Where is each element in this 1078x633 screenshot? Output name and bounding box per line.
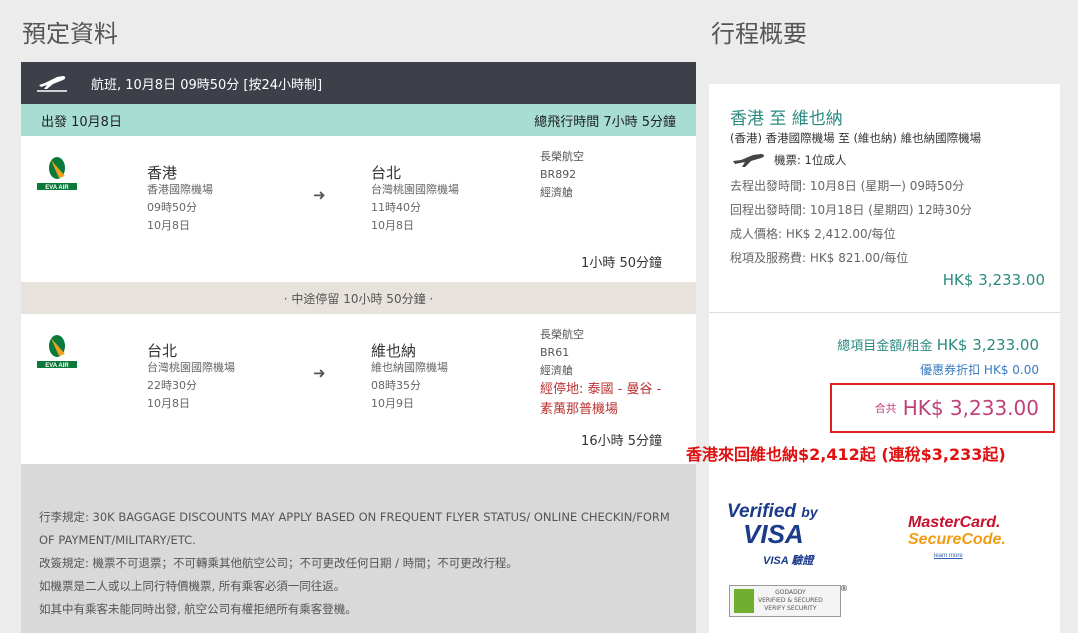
departure-date: 10月8日 <box>147 219 190 232</box>
securecode-text: SecureCode. <box>908 531 1006 548</box>
booking-title: 預定資料 <box>22 20 118 48</box>
godaddy-seal-text: GODADDY VERIFIED & SECURED VERIFY SECURI… <box>758 589 823 613</box>
total-value: HK$ 3,233.00 <box>936 336 1039 354</box>
origin-city: 台北 <box>147 342 178 360</box>
flight-segment: EVA AIR 香港 香港國際機場 09時50分 10月8日 ➜ 台北 台灣桃園… <box>21 136 696 282</box>
coupon-discount: 優惠券折扣 HK$ 0.00 <box>920 363 1039 377</box>
departure-bar: 出發 10月8日 總飛行時間 7小時 5分鐘 <box>21 104 696 136</box>
svg-text:EVA AIR: EVA AIR <box>45 185 69 191</box>
airline-name: 長榮航空 <box>540 150 584 163</box>
destination-city: 維也納 <box>371 342 417 360</box>
adult-price: 成人價格: HK$ 2,412.00/每位 <box>730 227 896 241</box>
note-line: 行李規定: 30K BAGGAGE DISCOUNTS MAY APPLY BA… <box>39 510 670 524</box>
eva-air-logo: EVA AIR <box>37 157 77 191</box>
grand-total-value: HK$ 3,233.00 <box>902 396 1039 420</box>
godaddy-verified-seal[interactable]: GODADDY VERIFIED & SECURED VERIFY SECURI… <box>729 584 848 617</box>
registered-mark: ® <box>840 584 848 593</box>
promo-text: 香港來回維也納$2,412起 (連稅$3,233起) <box>686 445 1006 464</box>
svg-text:EVA AIR: EVA AIR <box>45 363 69 369</box>
cabin-class: 經濟艙 <box>540 186 573 199</box>
godaddy-verify: VERIFY SECURITY <box>764 605 817 612</box>
arrow-right-icon: ➜ <box>313 186 326 204</box>
fare-rules: 行李規定: 30K BAGGAGE DISCOUNTS MAY APPLY BA… <box>21 464 696 633</box>
departure-date: 10月8日 <box>147 397 190 410</box>
note-line: 如其中有乘客未能同時出發, 航空公司有權拒絕所有乘客登機。 <box>39 602 357 616</box>
note-line: OF PAYMENT/MILITARY/ETC. <box>39 533 196 547</box>
flight-number: BR892 <box>540 168 577 181</box>
summary-title: 行程概要 <box>711 20 807 48</box>
grand-total-label: 合共 <box>874 402 897 415</box>
stopover-info: 經停地: 泰國 - 曼谷 - <box>540 382 662 397</box>
route-title: 香港 至 維也納 <box>730 109 843 129</box>
flight-header: 航班, 10月8日 09時50分 [按24小時制] <box>21 62 696 104</box>
route-airports: (香港) 香港國際機場 至 (維也納) 維也納國際機場 <box>730 131 982 145</box>
airline-info: 長榮航空 BR892 經濟艙 <box>540 148 584 202</box>
departure-time: 09時50分 <box>147 201 197 214</box>
segment-duration: 1小時 50分鐘 <box>581 256 662 271</box>
mastercard-text: MasterCard. <box>908 514 1001 531</box>
origin-city: 香港 <box>147 164 178 182</box>
flight-info: 航班, 10月8日 09時50分 [按24小時制] <box>91 77 323 93</box>
destination-city: 台北 <box>371 164 402 182</box>
mastercard-securecode-logo: MasterCard. SecureCode. learn more <box>908 514 1006 565</box>
segment-duration: 16小時 5分鐘 <box>581 434 662 449</box>
airline-name: 長榮航空 <box>540 328 584 341</box>
godaddy-brand: GODADDY <box>775 589 806 596</box>
tax-fee: 稅項及服務費: HK$ 821.00/每位 <box>730 251 909 265</box>
grand-total-box: 合共 HK$ 3,233.00 <box>830 383 1055 433</box>
destination-airport: 台灣桃園國際機場 <box>371 183 459 196</box>
total-flight-time: 總飛行時間 7小時 5分鐘 <box>534 114 676 130</box>
note-line: 改簽規定: 機票不可退票；不可轉乘其他航空公司；不可更改任何日期 / 時間；不可… <box>39 556 518 570</box>
arrival-time: 11時40分 <box>371 201 421 214</box>
departure-date: 出發 10月8日 <box>41 114 122 130</box>
flight-number: BR61 <box>540 346 570 359</box>
outbound-time: 去程出發時間: 10月8日 (星期一) 09時50分 <box>730 179 965 193</box>
flight-details: 航班, 10月8日 09時50分 [按24小時制] 出發 10月8日 總飛行時間… <box>21 62 696 633</box>
visa-by-text: by <box>801 504 818 520</box>
divider <box>709 312 1060 313</box>
total-amount: 總項目金額/租金 HK$ 3,233.00 <box>837 335 1039 354</box>
arrival-date: 10月8日 <box>371 219 414 232</box>
lock-icon <box>734 589 754 613</box>
arrival-date: 10月9日 <box>371 397 414 410</box>
stopover-airport: 素萬那普機場 <box>540 402 619 417</box>
destination-airport: 維也納國際機場 <box>371 361 448 374</box>
airplane-icon <box>733 154 764 167</box>
cabin-class: 經濟艙 <box>540 364 573 377</box>
eva-air-logo: EVA AIR <box>37 335 77 369</box>
arrival-time: 08時35分 <box>371 379 421 392</box>
note-line: 如機票是二人或以上同行特價機票, 所有乘客必須一同往返。 <box>39 579 346 593</box>
subtotal: HK$ 3,233.00 <box>942 271 1045 289</box>
airplane-icon <box>37 76 67 92</box>
flight-segment: EVA AIR 台北 台灣桃園國際機場 22時30分 10月8日 ➜ 維也納 維… <box>21 314 696 464</box>
return-time: 回程出發時間: 10月18日 (星期四) 12時30分 <box>730 203 972 217</box>
airline-info: 長榮航空 BR61 經濟艙 經停地: 泰國 - 曼谷 - 素萬那普機場 <box>540 326 661 420</box>
godaddy-verified: VERIFIED & SECURED <box>758 597 823 604</box>
ticket-count: 機票: 1位成人 <box>774 153 847 167</box>
arrow-right-icon: ➜ <box>313 364 326 382</box>
layover-bar: · 中途停留 10小時 50分鐘 · <box>21 282 696 314</box>
departure-time: 22時30分 <box>147 379 197 392</box>
visa-brand-text: VISA <box>743 519 804 549</box>
verified-by-visa-logo: Verified by VISA VISA 驗證 <box>727 502 822 568</box>
origin-airport: 台灣桃園國際機場 <box>147 361 235 374</box>
origin-airport: 香港國際機場 <box>147 183 213 196</box>
total-label: 總項目金額/租金 <box>837 339 933 354</box>
visa-verify-link[interactable]: VISA 驗證 <box>727 552 822 568</box>
learn-more-link[interactable]: learn more <box>908 548 1006 565</box>
